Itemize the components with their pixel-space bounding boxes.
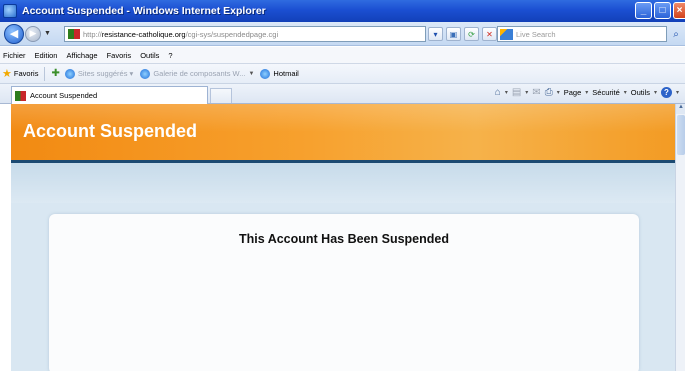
window-title: Account Suspended - Windows Internet Exp…: [22, 5, 266, 17]
site-favicon-icon: [68, 29, 80, 39]
page-content: Account Suspended This Account Has Been …: [11, 104, 675, 371]
tools-menu-button[interactable]: Outils: [631, 88, 650, 97]
chevron-down-icon[interactable]: ▾: [654, 89, 657, 96]
back-button[interactable]: ◀: [4, 23, 24, 44]
chevron-down-icon[interactable]: ▾: [505, 89, 508, 96]
close-icon: ×: [676, 4, 683, 16]
new-tab-button[interactable]: [210, 88, 232, 103]
stop-icon: ✕: [486, 29, 493, 39]
chevron-down-icon[interactable]: ▾: [525, 89, 528, 96]
menu-bar: Fichier Edition Affichage Favoris Outils…: [0, 47, 685, 64]
maximize-button[interactable]: □: [654, 2, 671, 19]
chevron-down-icon[interactable]: ▾: [585, 89, 588, 96]
url-domain: resistance-catholique.org: [101, 29, 186, 39]
menu-item-help[interactable]: ?: [168, 51, 172, 60]
back-arrow-icon: ◀: [9, 28, 19, 40]
url-scheme: http://: [83, 29, 102, 39]
fav-link-web-slice-gallery[interactable]: Galerie de composants W...: [153, 69, 245, 78]
mail-icon[interactable]: ✉: [532, 87, 540, 98]
security-menu-button[interactable]: Sécurité: [592, 88, 620, 97]
forward-arrow-icon: ▶: [29, 28, 37, 38]
search-button[interactable]: ⌕: [669, 26, 683, 42]
banner-title: Account Suspended: [23, 121, 198, 141]
menu-item-edition[interactable]: Edition: [35, 51, 58, 60]
address-buttons: ▾ ▣ ⟳ ✕: [428, 27, 497, 41]
scroll-up-button[interactable]: ▲: [676, 104, 685, 114]
url-path: /cgi-sys/suspendedpage.cgi: [185, 29, 279, 39]
chevron-down-icon[interactable]: ▼: [248, 71, 254, 77]
menu-item-fichier[interactable]: Fichier: [3, 51, 26, 60]
page-heading: This Account Has Been Suspended: [239, 232, 449, 246]
home-icon[interactable]: ⌂: [495, 87, 501, 98]
window-controls: _ □ ×: [635, 2, 685, 19]
chevron-down-icon[interactable]: ▾: [624, 89, 627, 96]
message-card: This Account Has Been Suspended: [49, 214, 639, 371]
ie-page-icon: [64, 68, 75, 79]
print-icon[interactable]: ⎙: [545, 87, 553, 98]
scroll-thumb[interactable]: [677, 115, 685, 155]
minimize-icon: _: [640, 4, 647, 16]
chevron-down-icon[interactable]: ▾: [557, 89, 560, 96]
search-icon: ⌕: [673, 28, 679, 40]
header-band: [11, 163, 675, 203]
chevron-down-icon[interactable]: ▾: [676, 89, 679, 96]
menu-item-outils[interactable]: Outils: [140, 51, 159, 60]
page-icon: ▣: [449, 29, 458, 39]
vertical-scrollbar[interactable]: ▲: [675, 104, 685, 371]
address-bar[interactable]: http:// resistance-catholique.org /cgi-s…: [64, 26, 426, 42]
menu-item-favoris[interactable]: Favoris: [107, 51, 132, 60]
forward-button[interactable]: ▶: [25, 25, 41, 42]
address-dropdown-button[interactable]: ▾: [428, 27, 443, 41]
history-dropdown-button[interactable]: ▼: [44, 30, 51, 37]
separator: [44, 66, 46, 81]
favorites-bar: ★ Favoris ✚ Sites suggérés ▾ Galerie de …: [0, 64, 685, 84]
fav-link-suggested-sites[interactable]: Sites suggérés ▾: [78, 69, 133, 78]
tab-bar: Account Suspended ⌂ ▾ ▤ ▾ ✉ ⎙ ▾ Page ▾ S…: [0, 84, 685, 104]
compatibility-button[interactable]: ▣: [446, 27, 461, 41]
stop-button[interactable]: ✕: [482, 27, 497, 41]
favorites-star-icon: ★: [2, 68, 12, 80]
chevron-down-icon: ▾: [433, 29, 438, 39]
tab-label: Account Suspended: [30, 91, 98, 100]
tab-account-suspended[interactable]: Account Suspended: [11, 86, 208, 104]
ie-page-icon: [260, 68, 271, 79]
search-input[interactable]: Live Search: [497, 26, 667, 42]
close-button[interactable]: ×: [673, 2, 685, 19]
command-bar: ⌂ ▾ ▤ ▾ ✉ ⎙ ▾ Page ▾ Sécurité ▾ Outils ▾…: [495, 87, 679, 98]
help-icon[interactable]: ?: [660, 87, 672, 98]
ie-logo-icon: [3, 4, 17, 18]
refresh-button[interactable]: ⟳: [464, 27, 479, 41]
header-banner: Account Suspended: [11, 104, 675, 160]
add-favorite-icon[interactable]: ✚: [51, 68, 59, 79]
fav-link-hotmail[interactable]: Hotmail: [273, 69, 298, 78]
feeds-icon[interactable]: ▤: [512, 87, 521, 98]
page-menu-button[interactable]: Page: [564, 88, 582, 97]
maximize-icon: □: [659, 4, 666, 16]
ie-page-icon: [140, 68, 151, 79]
minimize-button[interactable]: _: [635, 2, 652, 19]
menu-item-affichage[interactable]: Affichage: [66, 51, 97, 60]
live-search-icon: [500, 28, 513, 40]
navigation-bar: ◀ ▶ ▼ http:// resistance-catholique.org …: [0, 22, 685, 46]
search-placeholder: Live Search: [516, 29, 556, 39]
refresh-icon: ⟳: [468, 29, 475, 39]
favorites-button[interactable]: Favoris: [14, 69, 39, 78]
tab-favicon-icon: [15, 90, 26, 101]
title-bar: Account Suspended - Windows Internet Exp…: [0, 0, 685, 22]
